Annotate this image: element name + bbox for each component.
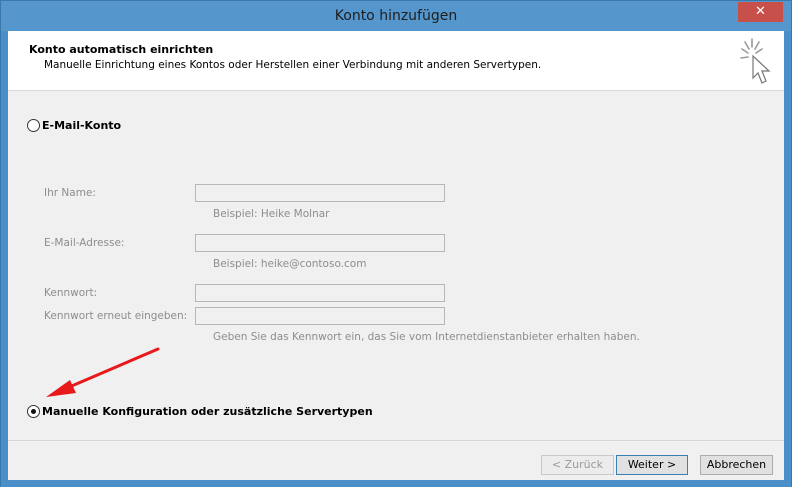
email-label: E-Mail-Adresse: [44, 237, 125, 249]
wizard-header: Konto automatisch einrichten Manuelle Ei… [8, 31, 784, 91]
background-strip [0, 487, 792, 494]
password-repeat-input[interactable] [195, 307, 445, 325]
close-button[interactable]: ✕ [738, 2, 783, 22]
email-account-radio-label[interactable]: E-Mail-Konto [42, 119, 121, 132]
password-label: Kennwort: [44, 287, 98, 299]
footer-separator [8, 440, 784, 441]
manual-config-radio[interactable] [27, 405, 40, 418]
title-bar[interactable]: Konto hinzufügen ✕ [1, 1, 791, 31]
password-hint: Geben Sie das Kennwort ein, das Sie vom … [213, 331, 640, 343]
name-input[interactable] [195, 184, 445, 202]
email-input[interactable] [195, 234, 445, 252]
name-hint: Beispiel: Heike Molnar [213, 208, 330, 220]
manual-config-radio-label[interactable]: Manuelle Konfiguration oder zusätzliche … [42, 405, 373, 418]
header-title: Konto automatisch einrichten [29, 43, 214, 56]
red-arrow-annotation [46, 347, 160, 397]
cancel-button[interactable]: Abbrechen [700, 455, 773, 475]
password-repeat-label: Kennwort erneut eingeben: [44, 310, 188, 322]
wizard-cursor-icon [740, 38, 771, 84]
add-account-dialog: Konto hinzufügen ✕ Konto automatisch ein… [0, 0, 792, 488]
name-label: Ihr Name: [44, 187, 96, 199]
header-subtitle: Manuelle Einrichtung eines Kontos oder H… [44, 59, 542, 71]
radio-selected-dot [31, 409, 36, 414]
dialog-client-area: Konto automatisch einrichten Manuelle Ei… [8, 31, 784, 480]
password-input[interactable] [195, 284, 445, 302]
window-title: Konto hinzufügen [334, 8, 458, 24]
next-button[interactable]: Weiter > [616, 455, 688, 475]
email-account-radio[interactable] [27, 119, 40, 132]
back-button[interactable]: < Zurück [541, 455, 614, 475]
email-hint: Beispiel: heike@contoso.com [213, 258, 367, 270]
